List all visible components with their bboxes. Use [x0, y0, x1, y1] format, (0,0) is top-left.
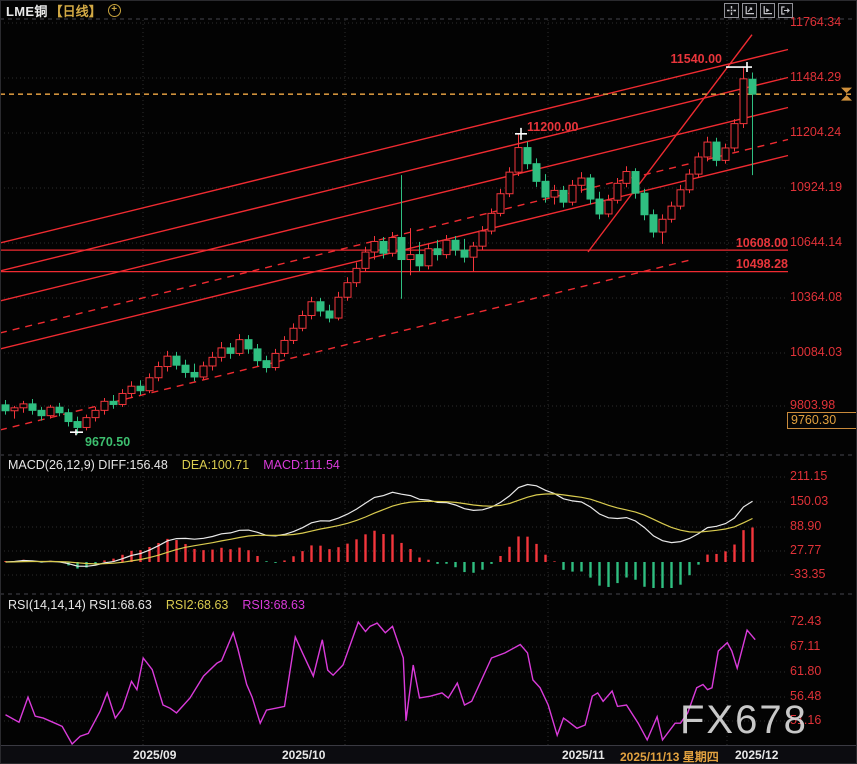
- pop-out-icon[interactable]: [778, 3, 793, 18]
- move-crosshair-icon[interactable]: [724, 3, 739, 18]
- annotation-low-9670: 9670.50: [85, 435, 130, 449]
- axis-price-box: 9760.30: [787, 412, 857, 429]
- chart-window: LME铜 【日线】 + 11764.3411484.2911204.241092…: [0, 0, 857, 764]
- chart-canvas[interactable]: [0, 0, 857, 764]
- macd-diff-value: MACD(26,12,9) DIFF:156.48: [8, 458, 168, 472]
- x-axis-label: 2025/10: [282, 748, 325, 762]
- annotation-high-11540: 11540.00: [650, 52, 722, 66]
- rsi2-value: RSI2:68.63: [166, 598, 229, 612]
- circle-plus-icon[interactable]: +: [108, 4, 121, 17]
- x-axis-label: 2025/09: [133, 748, 176, 762]
- period-label: 【日线】: [50, 1, 102, 20]
- annotation-level-10498: 10498.28: [716, 257, 788, 271]
- axis-zoom-icon[interactable]: [742, 3, 757, 18]
- rsi-header: RSI(14,14,14) RSI1:68.63 RSI2:68.63 RSI3:6…: [8, 598, 305, 612]
- chart-toolbar: [724, 3, 793, 18]
- x-axis-label: 2025/11: [562, 748, 605, 762]
- x-axis-label: 2025/12: [735, 748, 778, 762]
- macd-macd-value: MACD:111.54: [263, 458, 340, 472]
- x-axis-label-highlight: 2025/11/13 星期四: [620, 748, 719, 764]
- date-axis[interactable]: [0, 745, 857, 764]
- annotation-high-11200: 11200.00: [527, 120, 578, 134]
- macd-header: MACD(26,12,9) DIFF:156.48 DEA:100.71 MACD:…: [8, 458, 340, 472]
- watermark: FX678: [680, 698, 808, 743]
- title-bar: LME铜 【日线】 +: [6, 2, 121, 18]
- rsi3-value: RSI3:68.63: [242, 598, 305, 612]
- axis-play-icon[interactable]: [760, 3, 775, 18]
- rsi1-value: RSI(14,14,14) RSI1:68.63: [8, 598, 152, 612]
- annotation-level-10608: 10608.00: [716, 236, 788, 250]
- macd-dea-value: DEA:100.71: [182, 458, 249, 472]
- symbol-title: LME铜: [6, 1, 48, 20]
